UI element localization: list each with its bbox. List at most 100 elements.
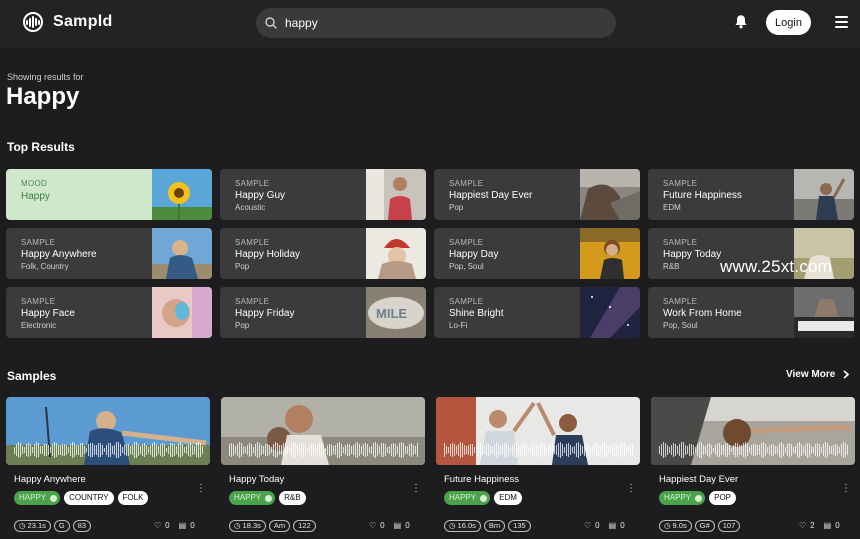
comment-icon: ▤ (393, 521, 402, 530)
key-badge: G# (694, 520, 715, 532)
view-more-link[interactable]: View More (786, 369, 850, 380)
heart-icon: ♡ (154, 521, 162, 530)
sample-title: Happy Anywhere (14, 474, 86, 485)
heart-icon: ♡ (799, 521, 807, 530)
waveform (221, 442, 425, 458)
top-result-card[interactable]: MOOD Happy (6, 169, 212, 220)
result-title: Happy (21, 191, 50, 202)
search-bar[interactable] (256, 8, 616, 38)
more-options-icon[interactable]: ⋮ (626, 484, 636, 494)
top-result-card[interactable]: SAMPLE Happy Face Electronic (6, 287, 212, 338)
tag-country[interactable]: COUNTRY (64, 491, 114, 505)
comment-button[interactable]: ▤ 0 (179, 521, 195, 530)
result-genre: Pop, Soul (663, 321, 698, 330)
more-options-icon[interactable]: ⋮ (411, 484, 421, 494)
search-input[interactable] (285, 16, 585, 30)
sample-cover[interactable] (6, 397, 210, 465)
result-type: SAMPLE (235, 179, 270, 188)
sample-title: Happiest Day Ever (659, 474, 739, 485)
top-result-card[interactable]: SAMPLE Happy Day Pop, Soul (434, 228, 640, 279)
egg-face-thumbnail (152, 287, 212, 338)
top-result-card[interactable]: SAMPLE Happy Anywhere Folk, Country (6, 228, 212, 279)
result-title: Happy Anywhere (21, 249, 97, 260)
tag-happy[interactable]: HAPPY (14, 491, 61, 505)
waveform (436, 442, 640, 458)
like-button[interactable]: ♡ 0 (584, 521, 600, 530)
result-title: Happy Day (449, 249, 499, 260)
tag-folk[interactable]: FOLK (117, 491, 149, 505)
bpm-badge: 83 (72, 520, 92, 532)
top-result-card[interactable]: SAMPLE Happiest Day Ever Pop (434, 169, 640, 220)
sample-card[interactable]: Happiest Day Ever ⋮ HAPPY POP ◷ 9.0s G# 1… (651, 397, 855, 532)
result-genre: Folk, Country (21, 262, 69, 271)
sample-cover[interactable] (651, 397, 855, 465)
result-type: SAMPLE (21, 297, 56, 306)
result-genre: Acoustic (235, 203, 266, 212)
like-button[interactable]: ♡ 2 (799, 521, 815, 530)
result-genre: Electronic (21, 321, 57, 330)
comment-icon: ▤ (608, 521, 617, 530)
clock-icon: ◷ (19, 521, 26, 530)
top-result-card[interactable]: SAMPLE Shine Bright Lo-Fi (434, 287, 640, 338)
svg-text:MILE: MILE (376, 306, 407, 321)
result-title: Happy Face (21, 308, 75, 319)
result-title: Happiest Day Ever (449, 190, 533, 201)
result-genre: Pop, Soul (449, 262, 484, 271)
results-caption: Showing results for (7, 72, 84, 82)
tag-happy[interactable]: HAPPY (659, 491, 706, 505)
result-type: MOOD (21, 179, 48, 188)
winter-hat-thumbnail (366, 228, 426, 279)
top-result-card[interactable]: SAMPLE Happy Friday Pop MILE (220, 287, 426, 338)
tag-happy[interactable]: HAPPY (229, 491, 276, 505)
tag-happy[interactable]: HAPPY (444, 491, 491, 505)
sample-cover[interactable] (221, 397, 425, 465)
result-genre: EDM (663, 203, 681, 212)
result-title: Shine Bright (449, 308, 504, 319)
sunflower-thumbnail (152, 169, 212, 220)
bell-icon[interactable] (734, 14, 748, 29)
result-type: SAMPLE (663, 238, 698, 247)
more-options-icon[interactable]: ⋮ (196, 484, 206, 494)
like-button[interactable]: ♡ 0 (369, 521, 385, 530)
sample-cover[interactable] (436, 397, 640, 465)
tag-pop[interactable]: POP (709, 491, 737, 505)
bpm-badge: 122 (293, 520, 316, 532)
brand-name: Sampld (53, 13, 113, 30)
like-button[interactable]: ♡ 0 (154, 521, 170, 530)
page-title: Happy (6, 83, 80, 110)
comment-button[interactable]: ▤ 0 (609, 521, 625, 530)
more-options-icon[interactable]: ⋮ (841, 484, 851, 494)
duration-badge: ◷ 16.0s (444, 520, 481, 532)
result-title: Work From Home (663, 308, 742, 319)
comment-button[interactable]: ▤ 0 (824, 521, 840, 530)
top-result-card[interactable]: SAMPLE Future Happiness EDM (648, 169, 854, 220)
brand-logo[interactable]: Sampld (23, 12, 113, 32)
watermark-text: www.25xt.com (720, 257, 832, 276)
top-results-heading: Top Results (7, 140, 75, 154)
tag-edm[interactable]: EDM (494, 491, 522, 505)
result-title: Future Happiness (663, 190, 742, 201)
keyboard-thumbnail (794, 287, 854, 338)
top-bar: Sampld Login (0, 0, 860, 48)
top-result-card[interactable]: SAMPLE Happy Holiday Pop (220, 228, 426, 279)
clock-icon: ◷ (664, 521, 671, 530)
road-trip-thumbnail (580, 169, 640, 220)
comment-button[interactable]: ▤ 0 (394, 521, 410, 530)
comment-icon: ▤ (178, 521, 187, 530)
night-sky-thumbnail (580, 287, 640, 338)
sample-card[interactable]: Happy Anywhere ⋮ HAPPY COUNTRY FOLK ◷ 23.… (6, 397, 210, 532)
sample-card[interactable]: Happy Today ⋮ HAPPY R&B ◷ 18.3s Am 122 ♡ 0… (221, 397, 425, 532)
top-result-card[interactable]: SAMPLE Happy Guy Acoustic (220, 169, 426, 220)
heart-icon: ♡ (584, 521, 592, 530)
clock-icon: ◷ (449, 521, 456, 530)
duration-badge: ◷ 18.3s (229, 520, 266, 532)
sample-card[interactable]: Future Happiness ⋮ HAPPY EDM ◷ 16.0s Bm 1… (436, 397, 640, 532)
top-result-card[interactable]: SAMPLE Work From Home Pop, Soul (648, 287, 854, 338)
search-icon (265, 17, 277, 29)
result-type: SAMPLE (449, 297, 484, 306)
login-button[interactable]: Login (766, 10, 811, 35)
hamburger-menu-icon[interactable] (835, 16, 848, 28)
celebration-thumbnail (794, 169, 854, 220)
result-genre: Pop (235, 321, 250, 330)
tag-rnb[interactable]: R&B (279, 491, 306, 505)
